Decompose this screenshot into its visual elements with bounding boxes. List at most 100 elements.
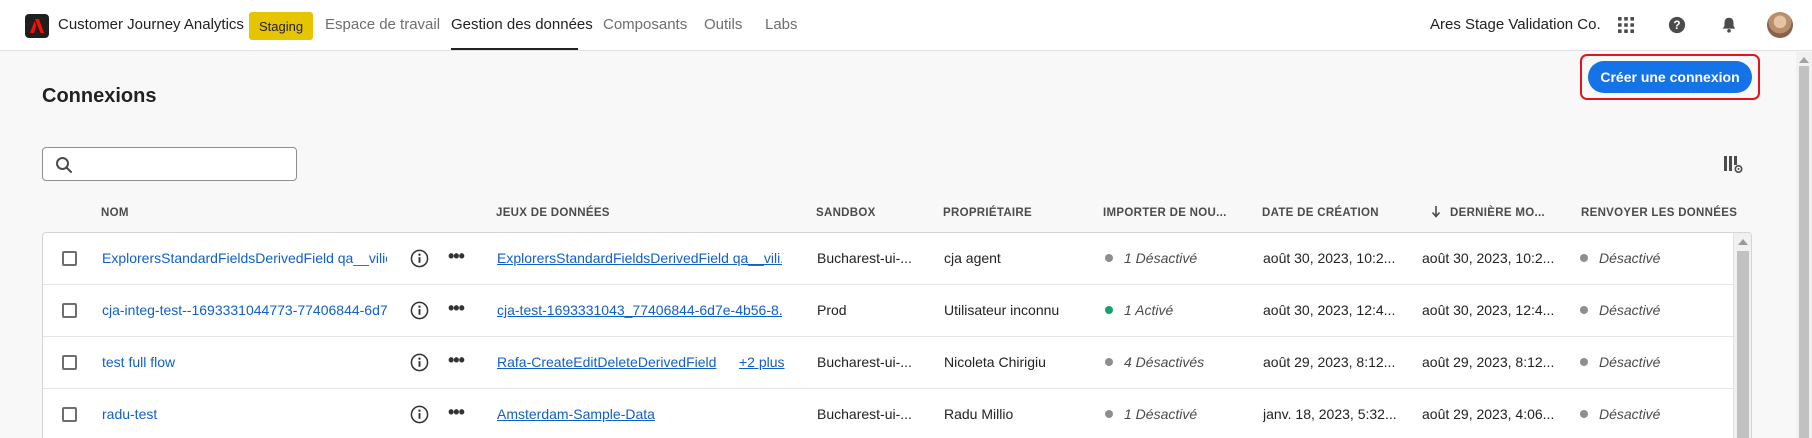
status-dot <box>1105 358 1113 366</box>
nav-active-indicator <box>451 48 578 50</box>
modified-cell: août 30, 2023, 10:2... <box>1422 250 1555 266</box>
sandbox-cell: Bucharest-ui-... <box>817 250 912 266</box>
status-dot <box>1580 306 1588 314</box>
owner-cell: cja agent <box>944 250 1001 266</box>
dataset-link[interactable]: Amsterdam-Sample-Data <box>497 406 782 422</box>
svg-text:?: ? <box>1673 19 1680 32</box>
resend-status-text: Désactivé <box>1599 406 1661 422</box>
sandbox-cell: Bucharest-ui-... <box>817 354 912 370</box>
resend-status-text: Désactivé <box>1599 302 1661 318</box>
import-status-cell: 1 Désactivé <box>1105 406 1245 422</box>
resend-cell: Désactivé <box>1580 250 1720 266</box>
search-input[interactable] <box>81 152 289 176</box>
column-header-owner[interactable]: PROPRIÉTAIRE <box>943 207 1032 219</box>
created-cell: août 29, 2023, 8:12... <box>1263 354 1396 370</box>
scroll-thumb[interactable] <box>1799 66 1809 438</box>
import-status-cell: 1 Désactivé <box>1105 250 1245 266</box>
table-scrollbar[interactable] <box>1733 233 1751 438</box>
help-icon[interactable]: ? <box>1666 14 1688 36</box>
column-header-datasets[interactable]: JEUX DE DONNÉES <box>496 207 610 219</box>
column-header-name[interactable]: NOM <box>101 207 129 219</box>
info-icon[interactable] <box>410 249 429 268</box>
resend-status-text: Désactivé <box>1599 250 1661 266</box>
resend-cell: Désactivé <box>1580 406 1720 422</box>
column-header-resend[interactable]: RENVOYER LES DONNÉES <box>1581 207 1737 219</box>
column-header-sandbox[interactable]: SANDBOX <box>816 207 876 219</box>
owner-cell: Nicoleta Chirigiu <box>944 354 1046 370</box>
created-cell: août 30, 2023, 12:4... <box>1263 302 1396 318</box>
status-dot <box>1580 254 1588 262</box>
modified-cell: août 29, 2023, 4:06... <box>1422 406 1555 422</box>
page-scrollbar[interactable] <box>1796 52 1812 438</box>
org-switcher[interactable]: Ares Stage Validation Co. <box>1430 16 1601 33</box>
info-icon[interactable] <box>410 405 429 424</box>
more-datasets-link[interactable]: +2 plus <box>739 354 785 370</box>
table-row[interactable]: test full flow ••• Rafa-CreateEditDelete… <box>43 337 1733 389</box>
sandbox-cell: Prod <box>817 302 847 318</box>
connection-name-link[interactable]: cja-integ-test--1693331044773-77406844-6… <box>102 302 387 318</box>
app-title[interactable]: Customer Journey Analytics <box>58 16 244 33</box>
nav-data-management[interactable]: Gestion des données <box>451 16 593 33</box>
modified-cell: août 30, 2023, 12:4... <box>1422 302 1555 318</box>
resend-cell: Désactivé <box>1580 302 1720 318</box>
column-settings-icon[interactable] <box>1723 154 1743 174</box>
bell-icon[interactable] <box>1718 14 1740 36</box>
more-actions-icon[interactable]: ••• <box>448 247 470 269</box>
connection-name-link[interactable]: radu-test <box>102 406 387 422</box>
dataset-link[interactable]: ExplorersStandardFieldsDerivedField qa__… <box>497 250 782 266</box>
scroll-thumb[interactable] <box>1737 251 1749 438</box>
scroll-up-arrow-icon[interactable] <box>1799 57 1809 63</box>
nav-workspace[interactable]: Espace de travail <box>325 16 440 33</box>
info-icon[interactable] <box>410 301 429 320</box>
sort-descending-icon[interactable] <box>1431 205 1441 218</box>
column-header-import[interactable]: IMPORTER DE NOU... <box>1103 207 1227 219</box>
import-status-cell: 1 Activé <box>1105 302 1245 318</box>
connection-name-link[interactable]: ExplorersStandardFieldsDerivedField qa__… <box>102 250 387 266</box>
column-header-modified[interactable]: DERNIÈRE MO... <box>1450 207 1545 219</box>
status-dot <box>1580 410 1588 418</box>
import-status-text: 1 Désactivé <box>1124 406 1198 422</box>
owner-cell: Utilisateur inconnu <box>944 302 1060 318</box>
dataset-link[interactable]: Rafa-CreateEditDeleteDerivedField <box>497 354 717 370</box>
owner-cell: Radu Millio <box>944 406 1014 422</box>
row-checkbox[interactable] <box>62 407 77 422</box>
apps-grid-icon[interactable] <box>1615 14 1637 36</box>
import-status-text: 1 Activé <box>1124 302 1174 318</box>
dataset-link[interactable]: cja-test-1693331043_77406844-6d7e-4b56-8… <box>497 302 782 318</box>
created-cell: août 30, 2023, 10:2... <box>1263 250 1396 266</box>
env-badge: Staging <box>249 12 314 40</box>
info-icon[interactable] <box>410 353 429 372</box>
status-dot <box>1105 410 1113 418</box>
connection-name-link[interactable]: test full flow <box>102 354 387 370</box>
table-row[interactable]: cja-integ-test--1693331044773-77406844-6… <box>43 285 1733 337</box>
nav-tools[interactable]: Outils <box>704 16 742 33</box>
row-checkbox[interactable] <box>62 251 77 266</box>
more-actions-icon[interactable]: ••• <box>448 299 470 321</box>
import-status-text: 1 Désactivé <box>1124 250 1198 266</box>
nav-labs[interactable]: Labs <box>765 16 798 33</box>
avatar[interactable] <box>1767 12 1793 38</box>
search-field[interactable] <box>42 147 297 181</box>
resend-cell: Désactivé <box>1580 354 1720 370</box>
top-nav: Customer Journey Analytics Staging Espac… <box>0 0 1812 51</box>
create-connection-button[interactable]: Créer une connexion <box>1588 61 1752 93</box>
sandbox-cell: Bucharest-ui-... <box>817 406 912 422</box>
search-icon <box>56 157 72 173</box>
table-row[interactable]: radu-test ••• Amsterdam-Sample-Data Buch… <box>43 389 1733 438</box>
row-checkbox[interactable] <box>62 303 77 318</box>
modified-cell: août 29, 2023, 8:12... <box>1422 354 1555 370</box>
nav-components[interactable]: Composants <box>603 16 687 33</box>
created-cell: janv. 18, 2023, 5:32... <box>1263 406 1397 422</box>
row-checkbox[interactable] <box>62 355 77 370</box>
status-dot <box>1580 358 1588 366</box>
more-actions-icon[interactable]: ••• <box>448 351 470 373</box>
scroll-up-arrow-icon[interactable] <box>1738 239 1748 245</box>
connections-table: ExplorersStandardFieldsDerivedField qa__… <box>42 232 1752 438</box>
import-status-cell: 4 Désactivés <box>1105 354 1245 370</box>
column-header-created[interactable]: DATE DE CRÉATION <box>1262 207 1379 219</box>
adobe-logo-icon[interactable] <box>25 14 49 38</box>
table-row[interactable]: ExplorersStandardFieldsDerivedField qa__… <box>43 233 1733 285</box>
more-actions-icon[interactable]: ••• <box>448 403 470 425</box>
status-dot <box>1105 254 1113 262</box>
status-dot <box>1105 306 1113 314</box>
